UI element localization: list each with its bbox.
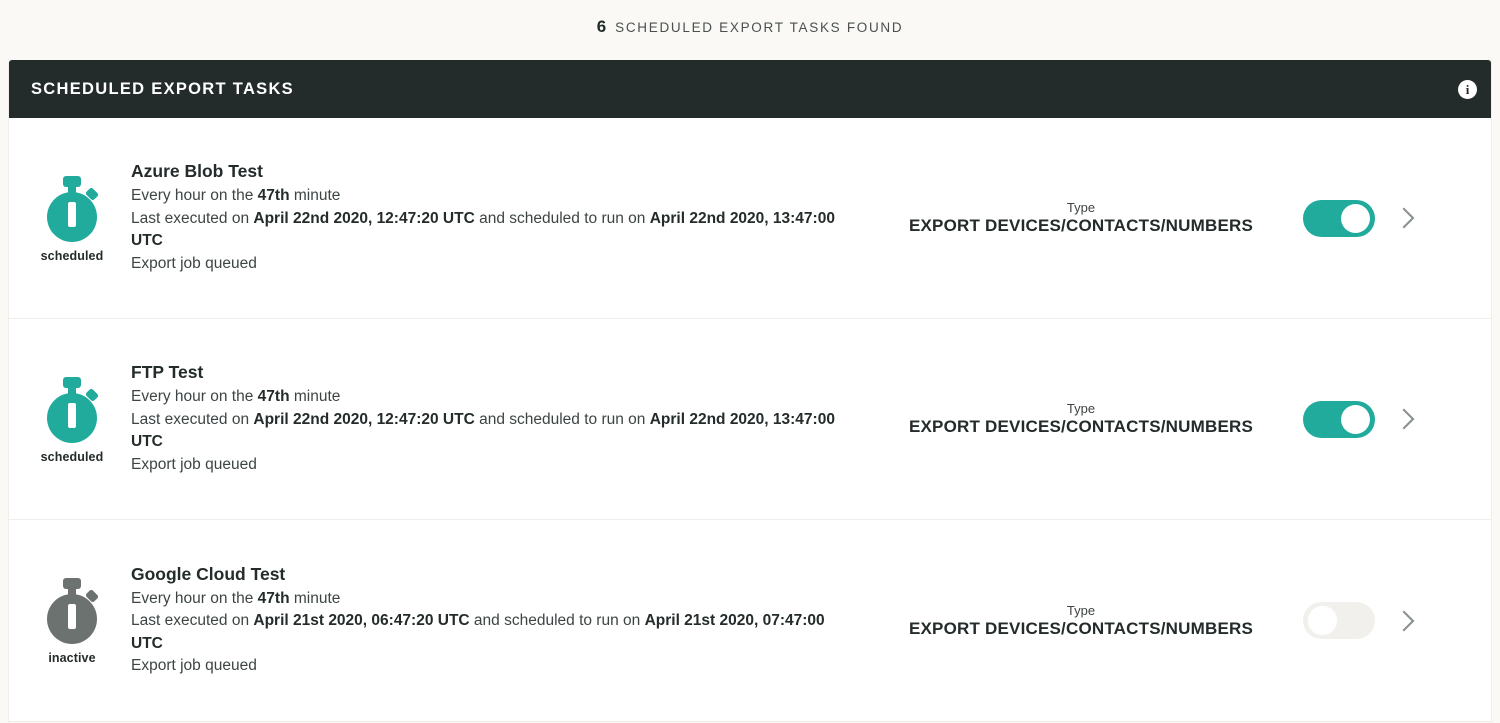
task-detail-link[interactable] <box>1387 606 1431 636</box>
task-state-label: inactive <box>48 651 96 665</box>
toggle-knob <box>1341 203 1370 233</box>
task-toggle-cell <box>1291 400 1387 438</box>
type-value: Export Devices/Contacts/Numbers <box>908 618 1254 638</box>
chevron-right-icon[interactable] <box>1400 606 1418 636</box>
task-state-cell: scheduled <box>9 375 131 464</box>
results-count-number: 6 <box>596 17 607 36</box>
task-info: Google Cloud Test Every hour on the 47th … <box>131 564 871 678</box>
card-header: Scheduled Export Tasks i <box>9 60 1491 118</box>
type-label: Type <box>1066 602 1096 618</box>
scheduled-export-tasks-page: 6 scheduled export tasks found Scheduled… <box>0 0 1500 723</box>
chevron-right-icon[interactable] <box>1400 203 1418 233</box>
task-enabled-toggle[interactable] <box>1303 602 1375 639</box>
task-info: Azure Blob Test Every hour on the 47th mi… <box>131 161 871 275</box>
task-type-cell: Type Export Devices/Contacts/Numbers <box>871 200 1291 236</box>
toggle-knob <box>1308 606 1337 635</box>
task-toggle-cell <box>1291 602 1387 639</box>
toggle-knob <box>1341 404 1370 434</box>
task-execution: Last executed on April 21st 2020, 06:47:… <box>131 612 825 652</box>
type-label: Type <box>1066 401 1096 416</box>
task-state-label: scheduled <box>40 248 104 263</box>
task-type-cell: Type Export Devices/Contacts/Numbers <box>871 603 1291 639</box>
chevron-right-icon[interactable] <box>1400 404 1418 434</box>
results-count-label: scheduled export tasks found <box>615 20 904 35</box>
task-state-cell: inactive <box>9 576 131 665</box>
task-schedule: Every hour on the 47th minute <box>131 187 341 204</box>
task-state-cell: scheduled <box>9 174 131 263</box>
stopwatch-icon <box>47 175 99 242</box>
info-icon[interactable]: i <box>1458 79 1477 99</box>
task-name: Google Cloud Test <box>131 563 286 584</box>
task-name: FTP Test <box>131 362 204 382</box>
task-name: Azure Blob Test <box>131 161 263 181</box>
task-toggle-cell <box>1291 199 1387 237</box>
task-schedule: Every hour on the 47th minute <box>131 388 341 405</box>
task-schedule: Every hour on the 47th minute <box>131 589 341 607</box>
results-count-bar: 6 scheduled export tasks found <box>0 0 1500 54</box>
task-detail-link[interactable] <box>1387 404 1431 434</box>
task-row[interactable]: scheduled Azure Blob Test Every hour on th… <box>9 118 1491 319</box>
task-list: scheduled Azure Blob Test Every hour on th… <box>9 118 1491 721</box>
task-info: FTP Test Every hour on the 47th minute Las… <box>131 362 871 476</box>
task-execution: Last executed on April 22nd 2020, 12:47:… <box>131 410 835 451</box>
stopwatch-icon <box>47 578 99 644</box>
type-value: Export Devices/Contacts/Numbers <box>908 216 1254 235</box>
task-row[interactable]: scheduled FTP Test Every hour on the 47th … <box>9 319 1491 520</box>
type-value: Export Devices/Contacts/Numbers <box>908 417 1254 436</box>
task-state-label: scheduled <box>40 449 104 464</box>
task-status: Export job queued <box>131 254 257 272</box>
task-status: Export job queued <box>131 455 257 473</box>
page-title: Scheduled Export Tasks <box>31 79 294 98</box>
stopwatch-icon <box>47 376 99 443</box>
type-label: Type <box>1066 200 1096 215</box>
task-detail-link[interactable] <box>1387 203 1431 233</box>
task-enabled-toggle[interactable] <box>1303 400 1375 438</box>
task-type-cell: Type Export Devices/Contacts/Numbers <box>871 401 1291 437</box>
task-row[interactable]: inactive Google Cloud Test Every hour on t… <box>9 520 1491 721</box>
task-enabled-toggle[interactable] <box>1303 199 1375 237</box>
task-status: Export job queued <box>131 657 257 674</box>
scheduled-export-tasks-card: Scheduled Export Tasks i scheduled Azure … <box>8 60 1492 722</box>
task-execution: Last executed on April 22nd 2020, 12:47:… <box>131 209 835 250</box>
